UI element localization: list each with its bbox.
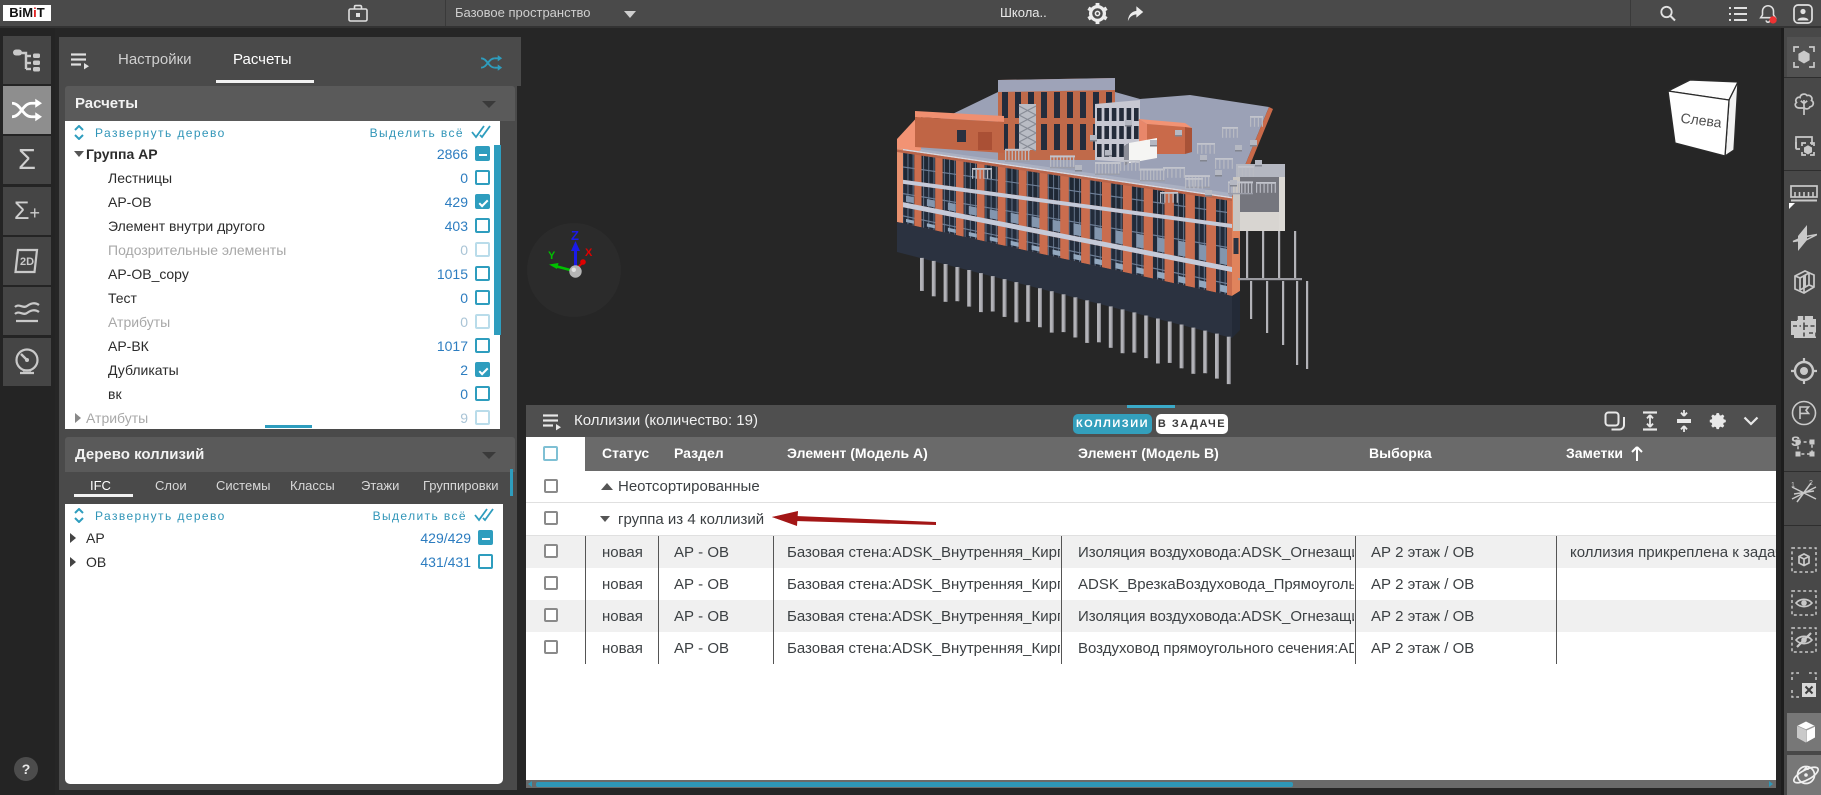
svg-text:2D: 2D — [20, 256, 34, 268]
svg-text:2: 2 — [1809, 480, 1813, 487]
svg-text:1: 1 — [1791, 482, 1795, 489]
svg-text:Z: Z — [571, 228, 579, 243]
svg-text:X: X — [585, 247, 593, 259]
svg-text:Y: Y — [548, 250, 556, 262]
